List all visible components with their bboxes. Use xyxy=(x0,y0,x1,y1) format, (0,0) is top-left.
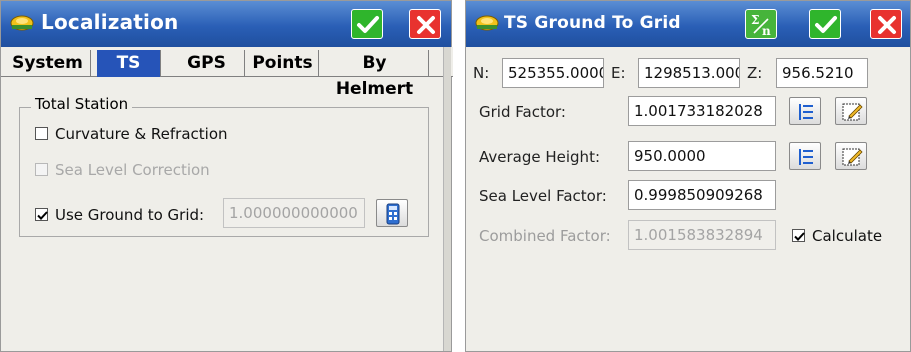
close-icon xyxy=(417,16,435,34)
tab-gps[interactable]: GPS xyxy=(169,50,245,77)
curvature-refraction-option[interactable]: Curvature & Refraction xyxy=(35,125,228,143)
average-height-edit-button[interactable] xyxy=(835,142,867,170)
ground-to-grid-label: Use Ground to Grid: xyxy=(55,206,205,224)
ground-to-grid-value-field: 1.000000000000 xyxy=(223,198,365,228)
list-icon xyxy=(799,104,813,120)
satellite-icon xyxy=(9,12,35,34)
tab-system[interactable]: System xyxy=(5,50,91,77)
tab-ts[interactable]: TS xyxy=(97,50,161,77)
grid-factor-input[interactable]: 1.001733182028 xyxy=(628,96,776,126)
combined-factor-label: Combined Factor: xyxy=(479,227,611,245)
average-height-input[interactable]: 950.0000 xyxy=(628,141,776,171)
ground-to-grid-checkbox[interactable] xyxy=(35,208,48,221)
edit-icon xyxy=(842,103,863,121)
cancel-button[interactable] xyxy=(409,9,441,39)
title-bar: TS Ground To Grid Σ n xyxy=(466,1,910,47)
title-bar: Localization xyxy=(1,1,451,47)
checkmark-icon xyxy=(37,211,48,220)
average-height-list-button[interactable] xyxy=(789,142,821,170)
calculator-button[interactable] xyxy=(376,199,408,227)
combined-factor-field: 1.001583832894 xyxy=(628,220,776,250)
ts-ground-to-grid-window: TS Ground To Grid Σ n N: 525355.0000 E: … xyxy=(465,0,911,352)
group-title: Total Station xyxy=(31,95,133,113)
ok-button[interactable] xyxy=(809,9,841,39)
curvature-label: Curvature & Refraction xyxy=(55,125,228,143)
sea-level-factor-input[interactable]: 0.999850909268 xyxy=(628,180,776,210)
e-input[interactable]: 1298513.0000 xyxy=(638,58,740,88)
z-input[interactable]: 956.5210 xyxy=(776,58,868,88)
tab-by-helmert[interactable]: By Helmert xyxy=(321,50,429,99)
sea-level-factor-label: Sea Level Factor: xyxy=(479,187,607,205)
tab-bar: System TS GPS Points By Helmert xyxy=(1,47,453,99)
list-icon xyxy=(799,149,813,165)
edit-icon xyxy=(842,148,863,166)
calculator-icon xyxy=(386,203,400,225)
calculate-option[interactable]: Calculate xyxy=(792,227,882,245)
sea-level-label: Sea Level Correction xyxy=(55,161,210,179)
satellite-icon xyxy=(474,12,500,34)
svg-text:n: n xyxy=(762,24,771,38)
e-label: E: xyxy=(611,64,626,82)
localization-window: Localization System TS GPS Points By Hel… xyxy=(0,0,453,352)
sea-level-checkbox xyxy=(35,163,48,176)
tab-points[interactable]: Points xyxy=(247,50,319,77)
ground-to-grid-option[interactable]: Use Ground to Grid: xyxy=(35,206,204,224)
ok-button[interactable] xyxy=(351,9,383,39)
checkmark-icon xyxy=(815,16,837,33)
average-height-label: Average Height: xyxy=(479,148,601,166)
svg-text:Σ: Σ xyxy=(751,13,759,27)
close-icon xyxy=(878,16,896,34)
n-label: N: xyxy=(473,64,490,82)
cancel-button[interactable] xyxy=(870,9,902,39)
window-title: Localization xyxy=(41,10,179,34)
n-input[interactable]: 525355.0000 xyxy=(502,58,604,88)
panel-edge xyxy=(443,47,451,351)
checkmark-icon xyxy=(357,16,379,33)
z-label: Z: xyxy=(747,64,763,82)
sum-icon: Σ n xyxy=(751,13,771,38)
window-title: TS Ground To Grid xyxy=(504,13,681,33)
sea-level-correction-option: Sea Level Correction xyxy=(35,161,210,179)
grid-factor-label: Grid Factor: xyxy=(479,103,566,121)
sum-average-button[interactable]: Σ n xyxy=(745,9,777,39)
curvature-checkbox[interactable] xyxy=(35,127,48,140)
calculate-label: Calculate xyxy=(812,227,883,245)
checkmark-icon xyxy=(794,232,805,241)
grid-factor-list-button[interactable] xyxy=(789,97,821,125)
grid-factor-edit-button[interactable] xyxy=(835,97,867,125)
calculate-checkbox[interactable] xyxy=(792,229,805,242)
